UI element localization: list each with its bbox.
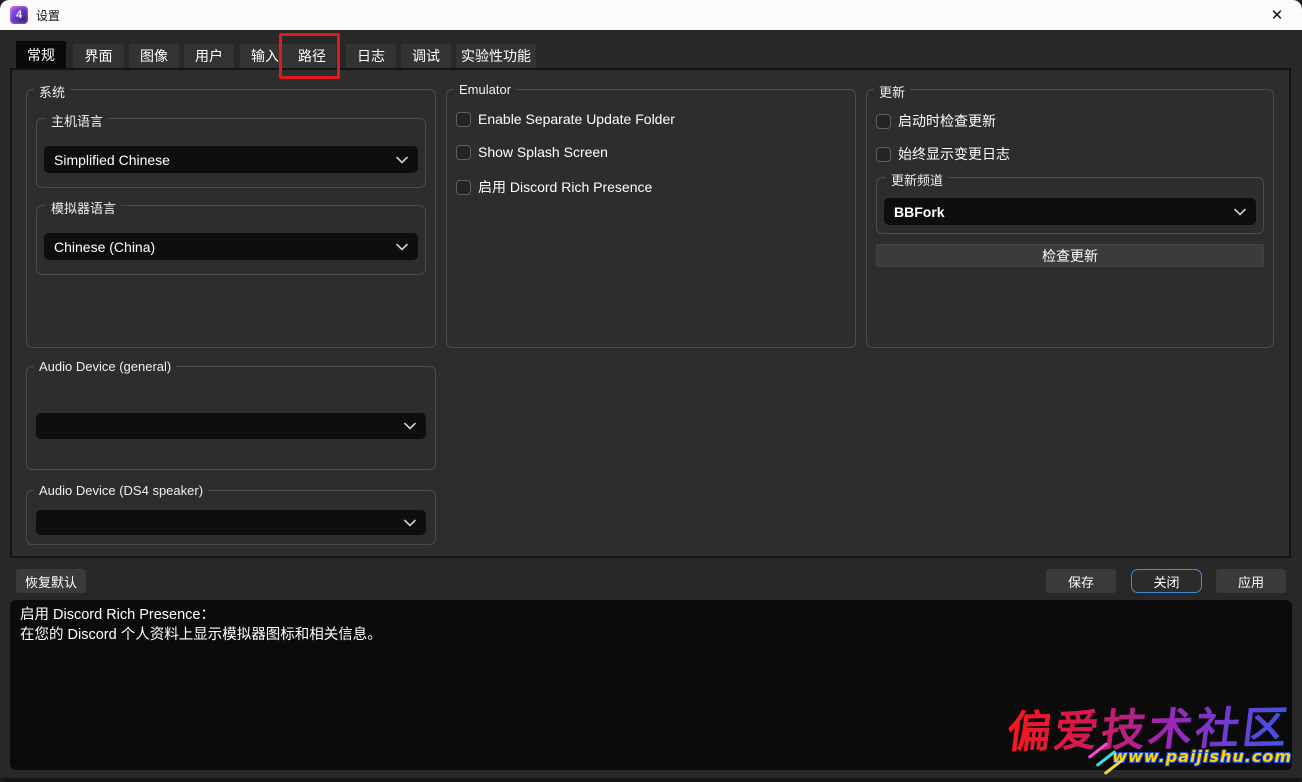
window-title: 设置 [36, 7, 60, 24]
system-group-label: 系统 [34, 82, 70, 101]
settings-dialog: 4 设置 ✕ 常规 界面 图像 用户 输入 路径 日志 调试 实验性功能 系统 … [0, 0, 1302, 782]
checkbox-icon [876, 114, 891, 129]
checkbox-label: 启动时检查更新 [898, 111, 996, 131]
update-channel-label: 更新频道 [886, 170, 948, 189]
close-icon[interactable]: ✕ [1262, 2, 1292, 28]
update-channel-select[interactable]: BBFork [884, 198, 1256, 225]
checkbox-check-updates-on-start[interactable]: 启动时检查更新 [876, 111, 996, 131]
chevron-down-icon [1234, 208, 1246, 216]
checkbox-label: 始终显示变更日志 [898, 144, 1010, 164]
tab-log[interactable]: 日志 [346, 44, 396, 68]
restore-defaults-button[interactable]: 恢复默认 [16, 569, 86, 593]
save-button[interactable]: 保存 [1046, 569, 1116, 593]
tab-input[interactable]: 输入 [240, 44, 290, 68]
watermark-url: www.paijishu.com [1112, 747, 1292, 766]
emulator-groupbox [446, 89, 856, 348]
title-bar: 4 设置 ✕ [0, 0, 1302, 30]
audio-ds4-select[interactable] [36, 510, 426, 535]
audio-general-label: Audio Device (general) [34, 359, 176, 374]
window-bottom-edge [0, 778, 1302, 782]
tab-debug[interactable]: 调试 [401, 44, 451, 68]
tab-paths[interactable]: 路径 [288, 44, 336, 68]
audio-general-select[interactable] [36, 413, 426, 439]
tab-experimental[interactable]: 实验性功能 [456, 44, 536, 68]
chevron-down-icon [396, 156, 408, 164]
audio-ds4-label: Audio Device (DS4 speaker) [34, 483, 208, 498]
tab-interface[interactable]: 界面 [73, 44, 124, 68]
apply-button[interactable]: 应用 [1216, 569, 1286, 593]
checkbox-label: Show Splash Screen [478, 144, 608, 160]
tab-general[interactable]: 常规 [16, 41, 66, 68]
emulator-group-label: Emulator [454, 82, 516, 97]
checkbox-label: Enable Separate Update Folder [478, 111, 675, 127]
checkbox-icon [456, 180, 471, 195]
checkbox-icon [456, 145, 471, 160]
host-language-label: 主机语言 [46, 111, 108, 130]
description-line-1: 启用 Discord Rich Presence： [20, 605, 1282, 625]
update-group-label: 更新 [874, 82, 910, 101]
checkbox-icon [876, 147, 891, 162]
chevron-down-icon [404, 422, 416, 430]
check-updates-button[interactable]: 检查更新 [876, 244, 1264, 267]
checkbox-separate-update-folder[interactable]: Enable Separate Update Folder [456, 111, 675, 127]
app-icon: 4 [10, 6, 28, 24]
host-language-select[interactable]: Simplified Chinese [44, 146, 418, 173]
chevron-down-icon [396, 243, 408, 251]
checkbox-label: 启用 Discord Rich Presence [478, 177, 652, 197]
checkbox-discord-rich-presence[interactable]: 启用 Discord Rich Presence [456, 177, 652, 197]
update-channel-value: BBFork [894, 204, 945, 220]
emulator-language-select[interactable]: Chinese (China) [44, 233, 418, 260]
checkbox-always-show-changelog[interactable]: 始终显示变更日志 [876, 144, 1010, 164]
close-button[interactable]: 关闭 [1131, 569, 1202, 593]
chevron-down-icon [404, 519, 416, 527]
checkbox-icon [456, 112, 471, 127]
host-language-value: Simplified Chinese [54, 152, 170, 168]
emulator-language-value: Chinese (China) [54, 239, 155, 255]
checkbox-show-splash-screen[interactable]: Show Splash Screen [456, 144, 608, 160]
emulator-language-label: 模拟器语言 [46, 198, 121, 217]
description-line-2: 在您的 Discord 个人资料上显示模拟器图标和相关信息。 [20, 625, 1282, 645]
tab-graphics[interactable]: 图像 [129, 44, 179, 68]
tab-user[interactable]: 用户 [184, 44, 234, 68]
